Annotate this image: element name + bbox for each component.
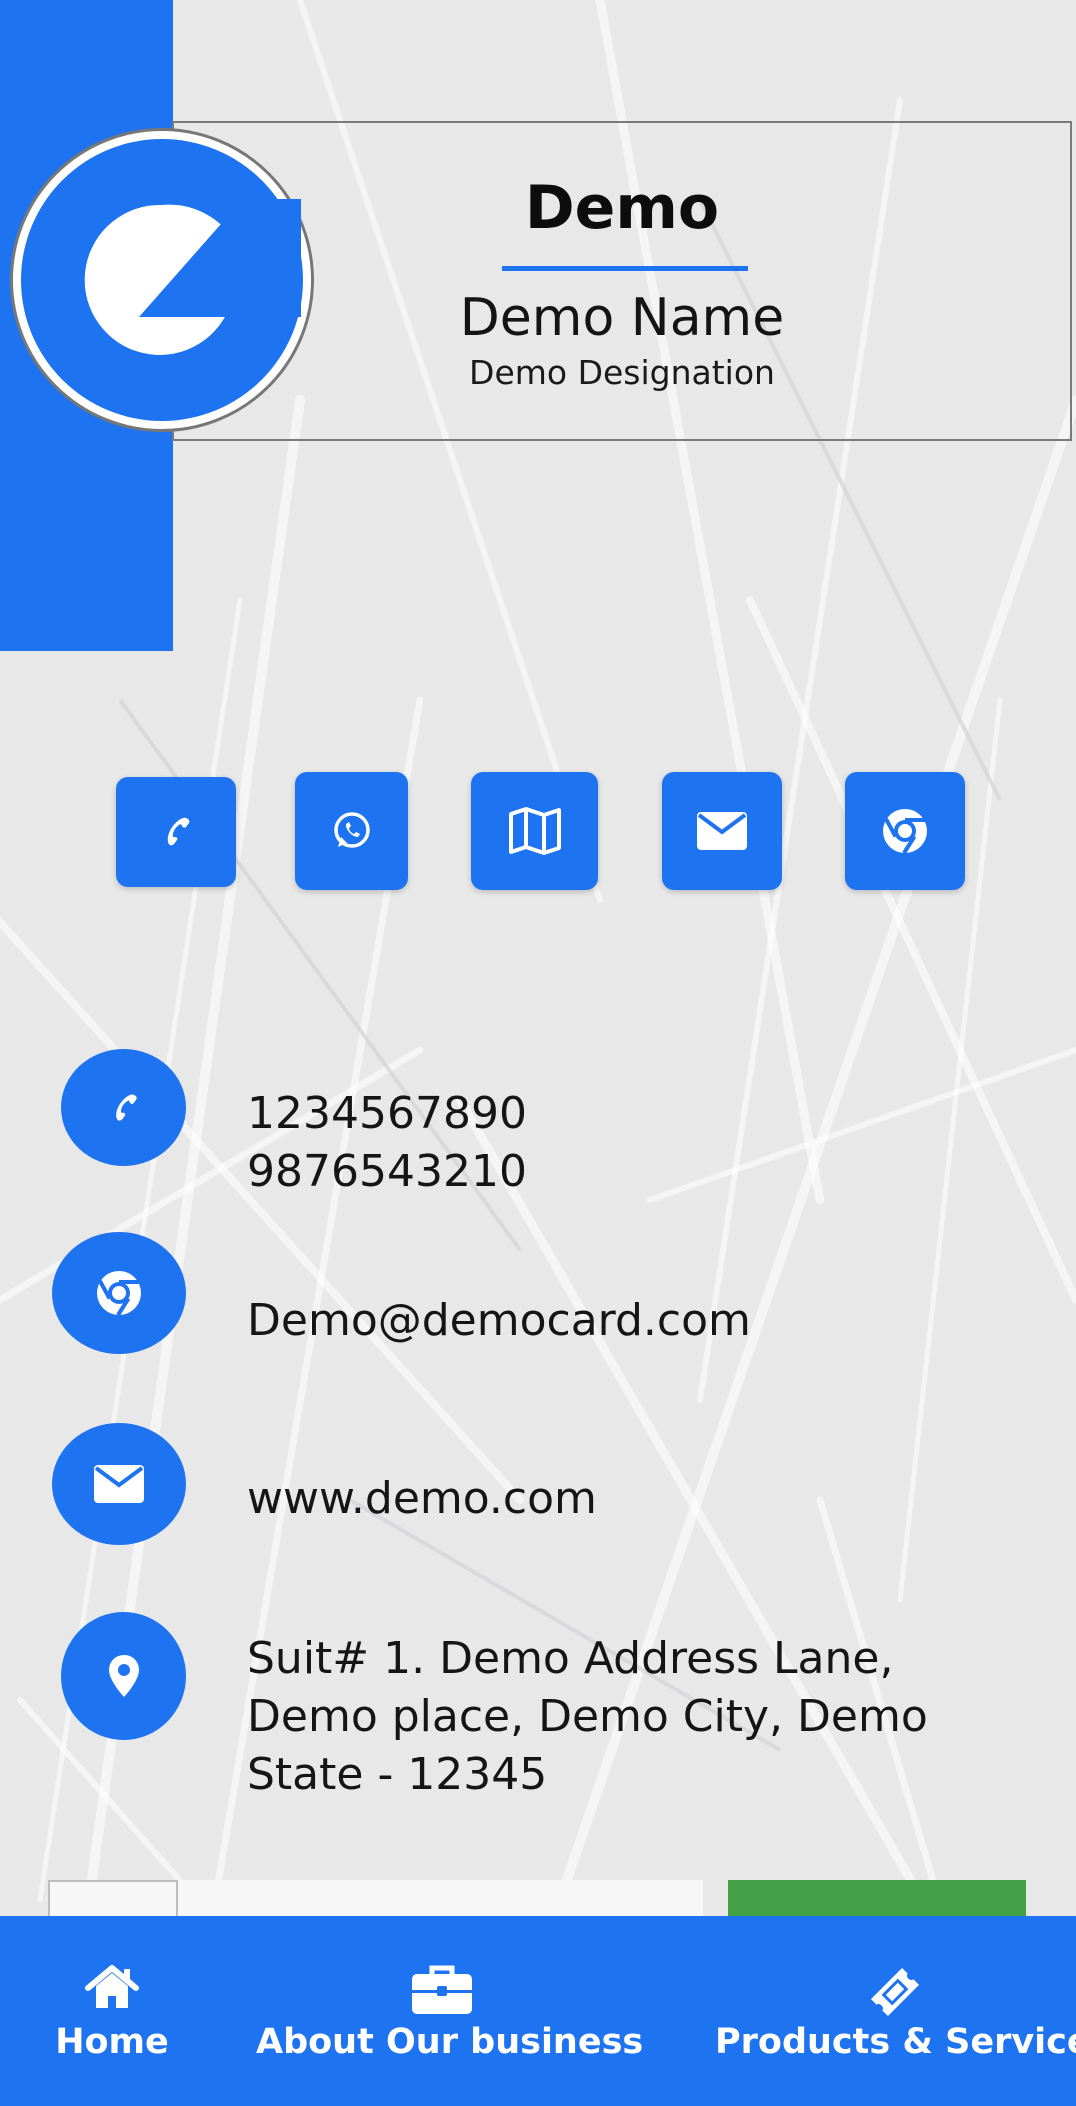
- call-action-button[interactable]: [116, 777, 236, 887]
- address-info-icon-button[interactable]: [61, 1612, 186, 1740]
- country-code-selector[interactable]: [48, 1880, 178, 1920]
- address-line-3: State - 12345: [247, 1749, 548, 1800]
- nav-products[interactable]: Products & Services: [715, 1916, 1076, 2106]
- share-row: [48, 1880, 1026, 1920]
- nav-products-label: Products & Services: [715, 2022, 1076, 2062]
- address-line-2: Demo place, Demo City, Demo: [247, 1691, 928, 1742]
- phone-icon: [167, 817, 190, 846]
- phone-icon: [115, 1094, 137, 1121]
- company-logo: [10, 128, 314, 432]
- website-info-icon-button[interactable]: [52, 1423, 186, 1545]
- whatsapp-icon: [333, 812, 370, 848]
- website-action-button[interactable]: [845, 772, 965, 890]
- share-phone-input[interactable]: [178, 1880, 703, 1920]
- mail-icon: [94, 1465, 144, 1503]
- briefcase-icon: [412, 1965, 472, 2014]
- phone-numbers[interactable]: 1234567890 9876543210: [247, 1085, 527, 1201]
- nav-home-label: Home: [55, 2022, 169, 2062]
- phone-info-icon-button[interactable]: [61, 1049, 186, 1166]
- address-line-1: Suit# 1. Demo Address Lane,: [247, 1633, 894, 1684]
- mail-icon: [697, 812, 747, 850]
- ticket-icon: [870, 1967, 920, 2017]
- nav-about[interactable]: About Our business: [256, 1916, 644, 2106]
- phone-number-1[interactable]: 1234567890: [247, 1085, 527, 1143]
- whatsapp-action-button[interactable]: [295, 772, 408, 890]
- nav-about-label: About Our business: [256, 2022, 644, 2062]
- location-pin-icon: [108, 1655, 139, 1697]
- map-icon: [508, 807, 561, 855]
- chrome-icon: [883, 809, 927, 855]
- email-address[interactable]: Demo@democard.com: [247, 1292, 751, 1350]
- email-action-button[interactable]: [662, 772, 782, 890]
- share-button[interactable]: [728, 1880, 1026, 1920]
- email-info-icon-button[interactable]: [52, 1232, 186, 1354]
- phone-number-2[interactable]: 9876543210: [247, 1143, 527, 1201]
- nav-home[interactable]: Home: [40, 1916, 184, 2106]
- address-block: Suit# 1. Demo Address Lane, Demo place, …: [247, 1630, 928, 1804]
- bottom-navigation: Home About Our business Products & Servi…: [0, 1916, 1076, 2106]
- website-url[interactable]: www.demo.com: [247, 1470, 597, 1528]
- map-action-button[interactable]: [471, 772, 598, 890]
- person-designation: Demo Designation: [469, 353, 775, 392]
- chrome-icon: [97, 1271, 141, 1317]
- company-name: Demo: [524, 173, 720, 243]
- title-underline: [502, 266, 748, 271]
- g-logo-icon: [21, 139, 303, 421]
- home-icon: [85, 1965, 139, 2008]
